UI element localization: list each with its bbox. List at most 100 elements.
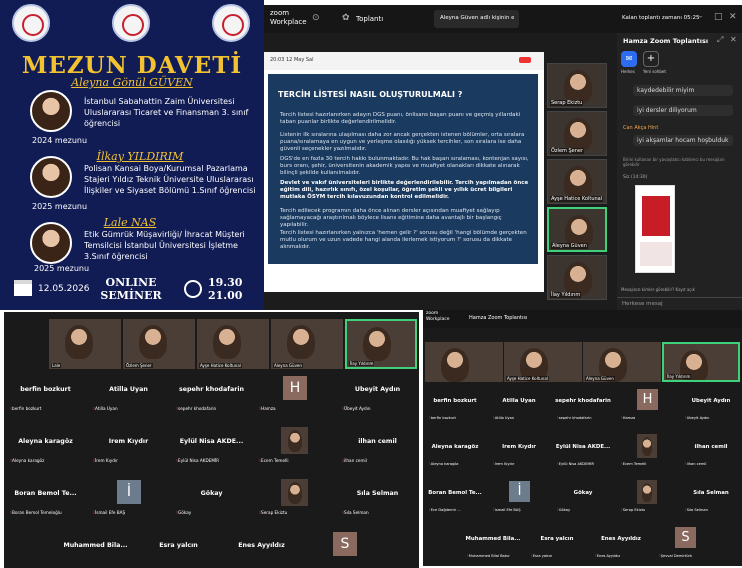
participant-name: berfin bozkurt bbox=[20, 386, 71, 393]
shared-image[interactable] bbox=[635, 185, 675, 273]
chat-visibility: Mesajınızı kimler görebilir? Kayıt açık bbox=[621, 287, 695, 292]
participant-video-active[interactable]: İlay Yıldırım bbox=[345, 319, 417, 369]
participant-tile[interactable]: Esra yalcın Esra yalcın bbox=[525, 524, 589, 562]
chat-message: kaydedebilir miyim bbox=[633, 85, 733, 96]
participant-tile[interactable]: İ İsmail Efe BAŞ bbox=[487, 478, 551, 516]
participant-video[interactable] bbox=[425, 342, 503, 382]
participant-tile[interactable]: Übeyit Aydın Übeyit Aydın bbox=[679, 386, 742, 424]
participant-label: Serap Ekiztu bbox=[621, 508, 677, 512]
person-year: 2025 mezunu bbox=[32, 202, 88, 211]
participant-tile[interactable]: Aleyna karagöz Aleyna karagöz bbox=[423, 432, 487, 470]
participant-tile[interactable]: Atilla Uyan Atilla Uyan bbox=[87, 372, 170, 416]
poster-footer: 12.05.2026 ONLINE SEMİNER 19.30 21.00 bbox=[0, 270, 264, 310]
participant-video[interactable]: Aleyna Güven bbox=[271, 319, 343, 369]
chat-input[interactable]: Herkese mesaj bbox=[617, 297, 742, 310]
participant-name: Gökay bbox=[200, 490, 223, 497]
participant-name: Aleyna karagöz bbox=[431, 444, 479, 450]
event-date: 12.05.2026 bbox=[38, 284, 90, 294]
participant-video[interactable]: Ayşe Hatice Koltunal bbox=[504, 342, 582, 382]
participant-label: Boran Bemol Temeloğlu bbox=[10, 510, 85, 515]
participant-tile[interactable]: Ecem Temelli bbox=[615, 432, 679, 470]
participant-video[interactable]: Lale bbox=[49, 319, 121, 369]
popout-icon[interactable]: ⤢ bbox=[717, 35, 723, 45]
participant-video[interactable]: Aleyna Güven bbox=[583, 342, 661, 382]
participant-label: Gökay bbox=[176, 510, 251, 515]
participant-tile[interactable]: İ İsmail Efe BAŞ bbox=[87, 476, 170, 520]
participant-tile[interactable]: Gökay Gökay bbox=[551, 478, 615, 516]
participant-tile[interactable]: H Hamza bbox=[615, 386, 679, 424]
participant-tile[interactable]: sepehr khodafarin sepehr khodafarin bbox=[170, 372, 253, 416]
time-left: Kalan toplantı zamanı 05:25 bbox=[622, 15, 700, 21]
participant-tile[interactable]: Muhammed Bila... bbox=[54, 528, 137, 568]
participant-label: Muhammed Bilal Batur bbox=[467, 554, 523, 558]
participant-tile[interactable]: İrem Kıydır İrem Kıydır bbox=[87, 424, 170, 468]
close-chat-icon[interactable]: ✕ bbox=[730, 35, 737, 44]
participant-tile[interactable]: Eylül Nisa AKDE... Eylül Nisa AKDEMİR bbox=[551, 432, 615, 470]
participant-tile[interactable]: Atilla Uyan Atilla Uyan bbox=[487, 386, 551, 424]
participant-label: ilhan cemil bbox=[342, 458, 417, 463]
slide-bullet: Tercih listesi hazırlanırken adayın DGS … bbox=[280, 112, 521, 125]
tab-meetings[interactable]: Toplantı bbox=[356, 15, 383, 23]
shield-icon[interactable]: ⊙ bbox=[312, 13, 320, 23]
participant-video[interactable]: İlay Yıldırım bbox=[547, 255, 607, 300]
participant-tile[interactable]: ilhan cemil ilhan cemil bbox=[336, 424, 419, 468]
participant-tile[interactable]: Serap Ekiztu bbox=[615, 478, 679, 516]
person-desc: Polisan Kansai Boya/Kurumsal Pazarlama S… bbox=[84, 164, 256, 195]
participant-name: Eylül Nisa AKDE... bbox=[555, 444, 611, 450]
participant-tile[interactable]: S bbox=[303, 528, 386, 568]
close-icon[interactable]: ✕ bbox=[729, 12, 737, 22]
shared-screen: 20:03 12 May Sal TERCİH LİSTESİ NASIL OL… bbox=[264, 52, 544, 292]
participant-tile[interactable]: Eylül Nisa AKDE... Eylül Nisa AKDEMİR bbox=[170, 424, 253, 468]
event-time-end: 21.00 bbox=[208, 289, 243, 302]
participant-tile[interactable]: Enes Ayyıldız bbox=[220, 528, 303, 568]
participant-tile[interactable]: Serap Ekiztu bbox=[253, 476, 336, 520]
participant-tile[interactable]: Boran Bemol Te... Ece Dağdemir ... bbox=[423, 478, 487, 516]
participant-video[interactable]: Serap Ekiztu bbox=[547, 63, 607, 108]
participant-tile[interactable]: Übeyit Aydın Übeyit Aydın bbox=[336, 372, 419, 416]
participant-tile[interactable]: S Şevval Demirtürk bbox=[653, 524, 717, 562]
participant-label: sepehr khodafarin bbox=[176, 406, 251, 411]
participant-label: Ecem Temelli bbox=[259, 458, 334, 463]
participant-tile[interactable]: Boran Bemol Te... Boran Bemol Temeloğlu bbox=[4, 476, 87, 520]
participant-label: berfin bozkurt bbox=[429, 416, 485, 420]
participant-tile[interactable]: Esra yalcın bbox=[137, 528, 220, 568]
person-year: 2024 mezunu bbox=[32, 136, 88, 145]
maximize-icon[interactable]: □ bbox=[714, 12, 723, 22]
participant-tile[interactable]: berfin bozkurt berfin bozkurt bbox=[423, 386, 487, 424]
participant-tile[interactable]: Sıla Selman Sıla Selman bbox=[679, 478, 742, 516]
participant-tile[interactable]: sepehr khodafarin sepehr khodafarin bbox=[551, 386, 615, 424]
participant-video[interactable]: Ayşe Hatice Koltunal bbox=[547, 159, 607, 204]
participant-name: Sıla Selman bbox=[693, 490, 729, 496]
new-chat-button[interactable]: + bbox=[643, 51, 659, 67]
chat-everyone-tab[interactable]: ✉ bbox=[621, 51, 637, 67]
participant-video[interactable]: Özlem Şener bbox=[123, 319, 195, 369]
participant-tile[interactable]: Enes Ayyıldız Enes Ayyıldız bbox=[589, 524, 653, 562]
participant-name: Enes Ayyıldız bbox=[601, 536, 641, 542]
tab-screen-share[interactable]: Aleyna Güven adlı kişinin ekranı bbox=[434, 10, 519, 28]
participant-tile[interactable]: Sıla Selman Sıla Selman bbox=[336, 476, 419, 520]
participant-tile[interactable]: H Hamza bbox=[253, 372, 336, 416]
chat-title: Hamza Zoom Toplantısı bbox=[623, 37, 709, 45]
participant-name: Muhammed Bila... bbox=[63, 542, 128, 549]
avatar-initial: İ bbox=[117, 480, 141, 504]
participant-tile[interactable]: Ecem Temelli bbox=[253, 424, 336, 468]
paw-icon[interactable]: ✿ bbox=[342, 13, 350, 23]
minimize-icon[interactable]: – bbox=[698, 12, 703, 22]
participant-tile[interactable]: ilhan cemil ilhan cemil bbox=[679, 432, 742, 470]
participant-tile[interactable]: Gökay Gökay bbox=[170, 476, 253, 520]
participant-name: Boran Bemol Te... bbox=[14, 490, 77, 497]
participant-name: berfin bozkurt bbox=[433, 398, 477, 404]
participant-tile[interactable]: berfin bozkurt berfin bozkurt bbox=[4, 372, 87, 416]
slide-bullet: Tercih listesi hazırlanırken yalnızca 'h… bbox=[280, 230, 527, 250]
participant-tile[interactable]: Aleyna karagöz Aleyna karagöz bbox=[4, 424, 87, 468]
participant-grid: berfin bozkurtberfin bozkurtAtilla UyanA… bbox=[4, 372, 419, 568]
participant-tile[interactable]: Muhammed Bila... Muhammed Bilal Batur bbox=[461, 524, 525, 562]
university-logo-right bbox=[212, 4, 250, 42]
participant-video-active[interactable]: İlay Yıldırım bbox=[662, 342, 740, 382]
participant-tile[interactable]: İrem Kıydır İrem Kıydır bbox=[487, 432, 551, 470]
participant-video-active[interactable]: Aleyna Güven bbox=[547, 207, 607, 252]
participant-video[interactable]: Ayşe Hatice Koltunal bbox=[197, 319, 269, 369]
participant-label: Enes Ayyıldız bbox=[595, 554, 651, 558]
participant-video[interactable]: Özlem Şener bbox=[547, 111, 607, 156]
participant-name: Eylül Nisa AKDE... bbox=[179, 438, 244, 445]
